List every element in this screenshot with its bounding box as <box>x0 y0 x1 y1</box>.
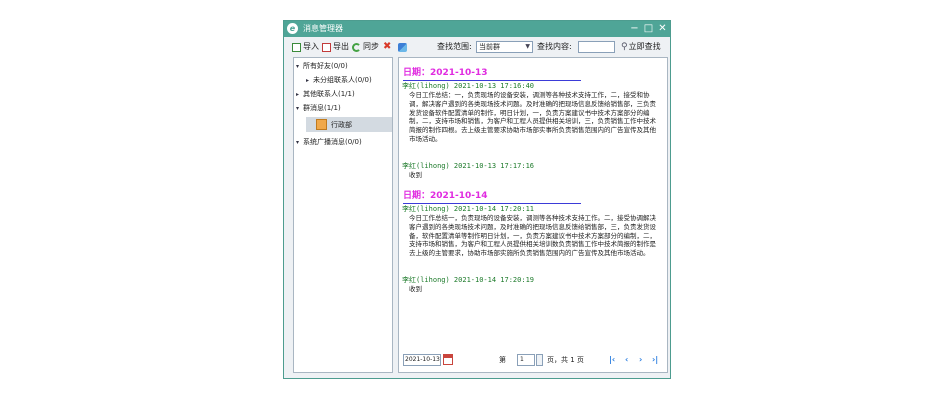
message-manager-window: e 消息管理器 − □ ✕ 导入 导出 同步 ✖ 查找范围: 查找内容: ⚲ 立… <box>283 20 671 379</box>
page-total: 页，共 1 页 <box>547 356 584 364</box>
window-title: 消息管理器 <box>303 24 343 33</box>
search-icon: ⚲ <box>621 42 628 52</box>
date-divider <box>403 80 581 81</box>
scope-label: 查找范围: <box>437 42 472 51</box>
tree-item-system-broadcast[interactable]: ▾ 系统广播消息(0/0) <box>296 136 362 148</box>
next-page-button[interactable]: › <box>639 354 642 366</box>
tree-item-other-contacts[interactable]: ▸ 其他联系人(1/1) <box>296 88 355 100</box>
scope-select[interactable]: 当前群 ▼ <box>476 41 533 53</box>
date-heading: 日期：2021-10-13 <box>403 68 488 78</box>
tree-item-label: 群消息(1/1) <box>303 104 341 112</box>
title-bar[interactable]: e 消息管理器 − □ ✕ <box>284 21 670 37</box>
sync-label: 同步 <box>363 42 379 51</box>
message-header: 李红(lihong) 2021-10-14 17:20:19 <box>402 276 535 284</box>
close-button[interactable]: ✕ <box>657 22 668 35</box>
delete-icon: ✖ <box>383 41 392 52</box>
content-label: 查找内容: <box>537 42 572 51</box>
tree-item-label: 所有好友(0/0) <box>303 62 348 70</box>
sync-icon <box>352 42 361 52</box>
prev-page-button[interactable]: ‹ <box>625 354 628 366</box>
tree-item-ungrouped[interactable]: ▸ 未分组联系人(0/0) <box>306 74 372 86</box>
message-body: 今日工作总结：一，负责现场的设备安装，调测等各种技术支持工作，二，接受和协调，解… <box>409 91 656 143</box>
contact-tree: ▾ 所有好友(0/0) ▸ 未分组联系人(0/0) ▸ 其他联系人(1/1) ▾ 群消息… <box>293 57 393 373</box>
tree-item-all-friends[interactable]: ▾ 所有好友(0/0) <box>296 60 348 72</box>
export-icon <box>322 42 331 52</box>
tree-item-group-messages[interactable]: ▾ 群消息(1/1) <box>296 102 341 114</box>
tree-item-label: 系统广播消息(0/0) <box>303 138 362 146</box>
page-prefix: 第 <box>499 356 506 364</box>
date-divider <box>403 203 581 204</box>
first-page-button[interactable]: |‹ <box>609 354 615 366</box>
minimize-button[interactable]: − <box>629 22 640 35</box>
chevron-down-icon: ▾ <box>296 139 300 146</box>
page-number-input[interactable]: 1 <box>517 354 535 366</box>
tree-item-label: 未分组联系人(0/0) <box>313 76 372 84</box>
tree-item-label: 其他联系人(1/1) <box>303 90 355 98</box>
page-spinner[interactable] <box>536 354 543 366</box>
message-body: 收到 <box>409 285 422 293</box>
search-button[interactable]: ⚲ 立即查找 <box>621 41 661 53</box>
chevron-down-icon: ▾ <box>296 105 300 112</box>
import-label: 导入 <box>303 42 319 51</box>
scope-value: 当前群 <box>479 43 500 51</box>
app-icon: e <box>287 23 298 34</box>
refresh-icon <box>398 42 407 52</box>
tree-item-admin-dept-label: 行政部 <box>331 121 352 129</box>
sync-button[interactable]: 同步 <box>352 41 379 53</box>
last-page-button[interactable]: ›| <box>652 354 658 366</box>
maximize-button[interactable]: □ <box>643 22 654 35</box>
search-button-label: 立即查找 <box>628 42 661 51</box>
message-body: 收到 <box>409 171 422 179</box>
message-header: 李红(lihong) 2021-10-13 17:16:40 <box>402 82 535 90</box>
message-header: 李红(lihong) 2021-10-13 17:17:16 <box>402 162 535 170</box>
export-label: 导出 <box>333 42 349 51</box>
import-icon <box>292 42 301 52</box>
search-input[interactable] <box>578 41 615 53</box>
export-button[interactable]: 导出 <box>322 41 349 53</box>
chevron-down-icon: ▼ <box>525 43 530 50</box>
pagination-bar: 2021-10-13 第 1 页，共 1 页 |‹ ‹ › ›| <box>399 348 667 372</box>
chevron-right-icon: ▸ <box>296 91 300 98</box>
chevron-right-icon: ▸ <box>306 77 310 84</box>
chevron-down-icon: ▾ <box>296 63 300 70</box>
message-header: 李红(lihong) 2021-10-14 17:20:11 <box>402 205 535 213</box>
message-history-panel: 日期：2021-10-13 李红(lihong) 2021-10-13 17:1… <box>398 57 668 373</box>
calendar-icon[interactable] <box>443 354 453 365</box>
date-heading: 日期：2021-10-14 <box>403 191 488 201</box>
delete-button[interactable]: ✖ <box>383 41 391 53</box>
department-icon <box>316 119 327 130</box>
refresh-button[interactable] <box>398 41 409 53</box>
message-body: 今日工作总结一，负责现场的设备安装，调测等各种技术支持工作。二，接受协调解决客户… <box>409 214 656 258</box>
date-picker-input[interactable]: 2021-10-13 <box>403 354 441 366</box>
import-button[interactable]: 导入 <box>292 41 319 53</box>
